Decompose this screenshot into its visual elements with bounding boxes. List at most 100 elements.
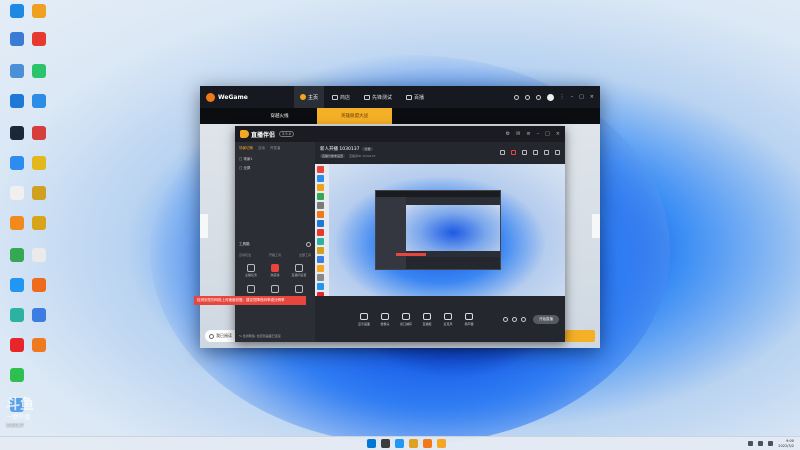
minimize-icon[interactable]: – <box>537 131 540 137</box>
minimize-icon[interactable]: – <box>571 94 574 100</box>
battery-icon[interactable] <box>768 441 774 446</box>
fish-logo-icon <box>240 130 249 138</box>
category-pill[interactable]: 直播分类未设置 <box>320 154 346 158</box>
avatar[interactable] <box>546 93 554 101</box>
maximize-icon[interactable]: □ <box>545 131 550 137</box>
scene-row[interactable]: □ 全屏 <box>235 164 315 173</box>
desktop-shortcut[interactable] <box>27 338 51 352</box>
desktop-shortcut[interactable] <box>5 248 29 262</box>
desktop-shortcut[interactable] <box>5 278 29 292</box>
nav-store[interactable]: 商店 <box>326 86 356 108</box>
carousel-prev-button[interactable] <box>200 214 208 238</box>
desktop-shortcut[interactable] <box>27 248 51 262</box>
taskbar-app-icon[interactable] <box>367 439 376 448</box>
taskbar-app-icon[interactable] <box>437 439 446 448</box>
mini-app-icon <box>317 256 324 263</box>
tool-item[interactable] <box>239 285 263 294</box>
toolbox-toggle-icon[interactable] <box>306 242 311 247</box>
desktop-shortcut[interactable] <box>27 156 51 170</box>
tool-item[interactable] <box>287 285 311 294</box>
chat-icon[interactable] <box>533 150 538 155</box>
window-capture-button[interactable]: 窗口捕获 <box>399 312 413 326</box>
desktop-shortcut[interactable] <box>27 308 51 322</box>
desktop-shortcut[interactable] <box>5 216 29 230</box>
network-icon[interactable] <box>748 441 754 446</box>
message-icon[interactable] <box>524 94 530 100</box>
live-icon <box>406 94 413 100</box>
category-tag[interactable]: 分类 <box>362 147 373 151</box>
taskbar-app-icon[interactable] <box>409 439 418 448</box>
desktop-shortcut[interactable] <box>27 216 51 230</box>
nav-pioneer-test[interactable]: 先锋测试 <box>358 86 398 108</box>
tool-heat-rank[interactable]: 热度榜 <box>263 264 287 277</box>
share-link-icon[interactable] <box>555 150 560 155</box>
start-stream-button[interactable]: 开始直播 <box>533 314 559 324</box>
menu-icon[interactable]: ≡ <box>526 131 530 137</box>
close-icon[interactable]: × <box>590 94 594 100</box>
desktop-shortcut[interactable] <box>27 32 51 46</box>
app-icon <box>10 4 24 18</box>
nested-preview <box>406 205 500 251</box>
close-icon[interactable]: × <box>556 131 560 137</box>
nested-preview-window <box>375 190 501 270</box>
desktop-shortcut[interactable] <box>5 94 29 108</box>
volume-icon[interactable] <box>758 441 764 446</box>
nav-home[interactable]: 主页 <box>294 86 325 108</box>
record-icon[interactable] <box>500 150 505 155</box>
maximize-icon[interactable]: □ <box>579 94 584 100</box>
desktop-shortcut[interactable] <box>5 126 29 140</box>
desktop-shortcut[interactable] <box>5 308 29 322</box>
friends-icon[interactable] <box>535 94 541 100</box>
desktop-shortcut[interactable] <box>27 64 51 78</box>
tab-lol-battle[interactable]: 英雄联盟大战 <box>317 108 392 124</box>
tool-room-settings[interactable]: 直播间设置 <box>287 264 311 277</box>
replay-icon[interactable] <box>512 316 517 322</box>
tool-item[interactable] <box>263 285 287 294</box>
category-all[interactable]: 全部工具 <box>299 253 311 257</box>
streamer-app-button[interactable]: 直播姬 <box>420 312 434 326</box>
desktop-shortcut[interactable] <box>5 32 29 46</box>
taskbar-app-icon[interactable] <box>395 439 404 448</box>
clock[interactable]: 9:00 2022/3/2 <box>778 439 794 448</box>
desktop-shortcut[interactable] <box>27 126 51 140</box>
stream-preview[interactable] <box>315 164 565 296</box>
test-icon <box>364 94 371 100</box>
tab-crossfire[interactable]: 穿越火线 <box>242 108 317 124</box>
speaker-button[interactable]: 扬声器 <box>462 312 476 326</box>
category-interactive[interactable]: 互动玩法 <box>239 253 251 257</box>
gift-icon[interactable] <box>511 150 516 155</box>
desktop-shortcut[interactable] <box>27 278 51 292</box>
tab-developer[interactable]: 开发者 <box>270 146 281 151</box>
carousel-next-button[interactable] <box>592 214 600 238</box>
download-icon[interactable] <box>513 94 519 100</box>
desktop-shortcut[interactable] <box>5 4 29 18</box>
tab-scenes[interactable]: 场景切换 <box>239 146 253 151</box>
tool-streamer-task[interactable]: 主播任务 <box>239 264 263 277</box>
record-icon[interactable] <box>503 316 508 322</box>
share-icon[interactable] <box>522 150 527 155</box>
bell-icon[interactable] <box>544 150 549 155</box>
mini-app-icon <box>317 202 324 209</box>
desktop-shortcut[interactable] <box>5 368 29 382</box>
camera-button[interactable]: 摄像头 <box>378 312 392 326</box>
desktop-shortcut[interactable] <box>27 94 51 108</box>
desktop-shortcut[interactable] <box>5 338 29 352</box>
desktop-shortcut[interactable] <box>27 186 51 200</box>
settings-icon[interactable]: ⚙ <box>506 131 510 137</box>
taskbar-app-icon[interactable] <box>381 439 390 448</box>
tab-interaction[interactable]: 互动 <box>258 146 265 151</box>
menu-icon[interactable]: ⋮ <box>560 94 565 100</box>
scene-row[interactable]: □ 场景1 <box>235 155 315 164</box>
nav-live[interactable]: 百播 <box>400 86 430 108</box>
category-broadcast[interactable]: 开播工具 <box>269 253 281 257</box>
mail-icon[interactable]: ✉ <box>516 131 520 137</box>
taskbar-app-icon[interactable] <box>423 439 432 448</box>
settings-icon[interactable] <box>521 316 526 322</box>
launch-button[interactable] <box>565 330 595 342</box>
desktop-shortcut[interactable] <box>5 64 29 78</box>
desktop-shortcut[interactable] <box>27 4 51 18</box>
desktop-shortcut[interactable] <box>5 156 29 170</box>
desktop-shortcut[interactable] <box>5 186 29 200</box>
microphone-button[interactable]: 麦克风 <box>441 312 455 326</box>
display-capture-button[interactable]: 显示画面 <box>357 312 371 326</box>
